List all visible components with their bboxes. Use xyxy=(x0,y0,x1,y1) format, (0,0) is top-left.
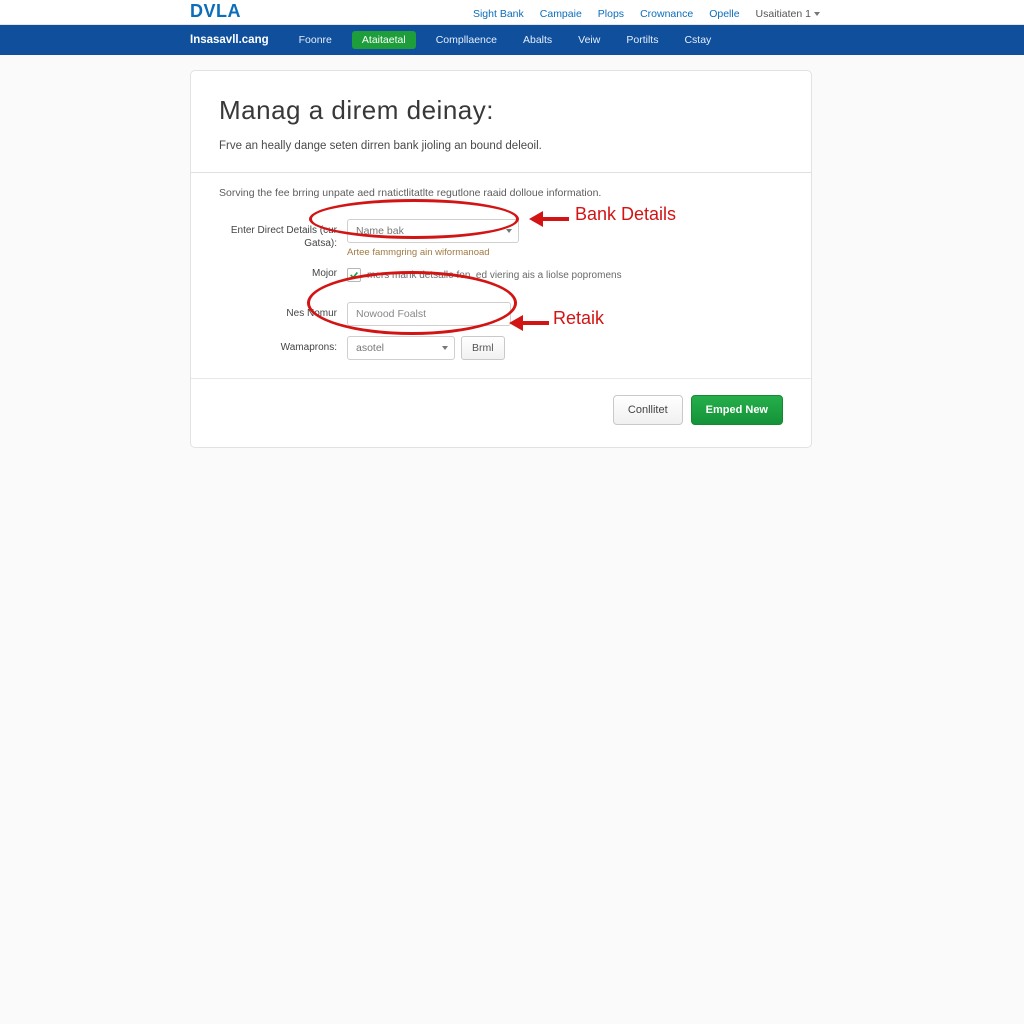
ctrl-bank-select-wrap: Name bak Artee fammgring ain wiformanoad xyxy=(347,219,783,258)
row-wamo: Wamaprons: asotel Brml xyxy=(219,336,783,360)
user-menu[interactable]: Usaitiaten 1 xyxy=(756,8,820,20)
bank-select-hint: Artee fammgring ain wiformanoad xyxy=(347,247,783,258)
toplink-3[interactable]: Crownance xyxy=(640,8,693,20)
user-menu-label: Usaitiaten 1 xyxy=(756,8,811,20)
top-header: DVLA Sight Bank Campaie Plops Crownance … xyxy=(0,0,1024,25)
spacer xyxy=(219,292,783,302)
chevron-down-icon xyxy=(506,229,512,233)
site-logo: DVLA xyxy=(190,2,241,20)
row-major: Mojor mers mank detsalle fon, ed viering… xyxy=(219,268,783,282)
wamo-select[interactable]: asotel xyxy=(347,336,455,360)
nav-item-0[interactable]: Foonre xyxy=(293,30,338,50)
label-new-name: Nes Nomur xyxy=(219,302,347,321)
cancel-button[interactable]: Conllitet xyxy=(613,395,683,425)
new-name-placeholder: Nowood Foalst xyxy=(356,308,426,320)
toplink-2[interactable]: Plops xyxy=(598,8,624,20)
main-panel: Manag a direm deinay: Frve an heally dan… xyxy=(190,70,812,448)
check-icon xyxy=(349,270,359,280)
major-checkbox[interactable] xyxy=(347,268,361,282)
nav-item-1[interactable]: Ataitaetal xyxy=(352,31,416,49)
nav-bar: Insasavll.cang Foonre Ataitaetal Complla… xyxy=(0,25,1024,55)
panel-footer: Conllitet Emped New xyxy=(219,395,783,425)
bank-select-value: Name bak xyxy=(356,225,404,237)
wamo-select-value: asotel xyxy=(356,342,384,354)
row-new-name: Nes Nomur Nowood Foalst xyxy=(219,302,783,326)
nav-brand: Insasavll.cang xyxy=(190,34,269,46)
nav-item-5[interactable]: Portilts xyxy=(620,30,664,50)
divider-footer xyxy=(191,378,811,379)
nav-inner: Insasavll.cang Foonre Ataitaetal Complla… xyxy=(190,30,717,50)
chevron-down-icon xyxy=(442,346,448,350)
top-header-inner: DVLA Sight Bank Campaie Plops Crownance … xyxy=(190,2,820,20)
ctrl-wamo: asotel Brml xyxy=(347,336,783,360)
page-lede: Frve an heally dange seten dirren bank j… xyxy=(219,140,783,152)
major-caption: mers mank detsalle fon, ed viering ais a… xyxy=(367,270,622,281)
nav-item-4[interactable]: Veiw xyxy=(572,30,606,50)
chevron-down-icon xyxy=(814,12,820,16)
ctrl-new-name: Nowood Foalst xyxy=(347,302,783,326)
toplink-4[interactable]: Opelle xyxy=(709,8,739,20)
bank-select[interactable]: Name bak xyxy=(347,219,519,243)
top-links: Sight Bank Campaie Plops Crownance Opell… xyxy=(473,8,820,20)
helper-text: Sorving the fee brring unpate aed rnatic… xyxy=(219,187,783,199)
toplink-1[interactable]: Campaie xyxy=(540,8,582,20)
new-name-input[interactable]: Nowood Foalst xyxy=(347,302,511,326)
label-enter-details: Enter Direct Details (cur Gatsa): xyxy=(219,219,347,250)
primary-button[interactable]: Emped New xyxy=(691,395,783,425)
divider xyxy=(191,172,811,173)
label-wamo: Wamaprons: xyxy=(219,336,347,355)
toplink-0[interactable]: Sight Bank xyxy=(473,8,524,20)
page-title: Manag a direm deinay: xyxy=(219,95,783,126)
nav-item-6[interactable]: Cstay xyxy=(678,30,717,50)
nav-item-2[interactable]: Compllaence xyxy=(430,30,503,50)
label-major: Mojor xyxy=(219,268,347,281)
row-bank-details: Enter Direct Details (cur Gatsa): Name b… xyxy=(219,219,783,258)
wamo-button[interactable]: Brml xyxy=(461,336,505,360)
ctrl-major: mers mank detsalle fon, ed viering ais a… xyxy=(347,268,783,282)
nav-item-3[interactable]: Abalts xyxy=(517,30,558,50)
